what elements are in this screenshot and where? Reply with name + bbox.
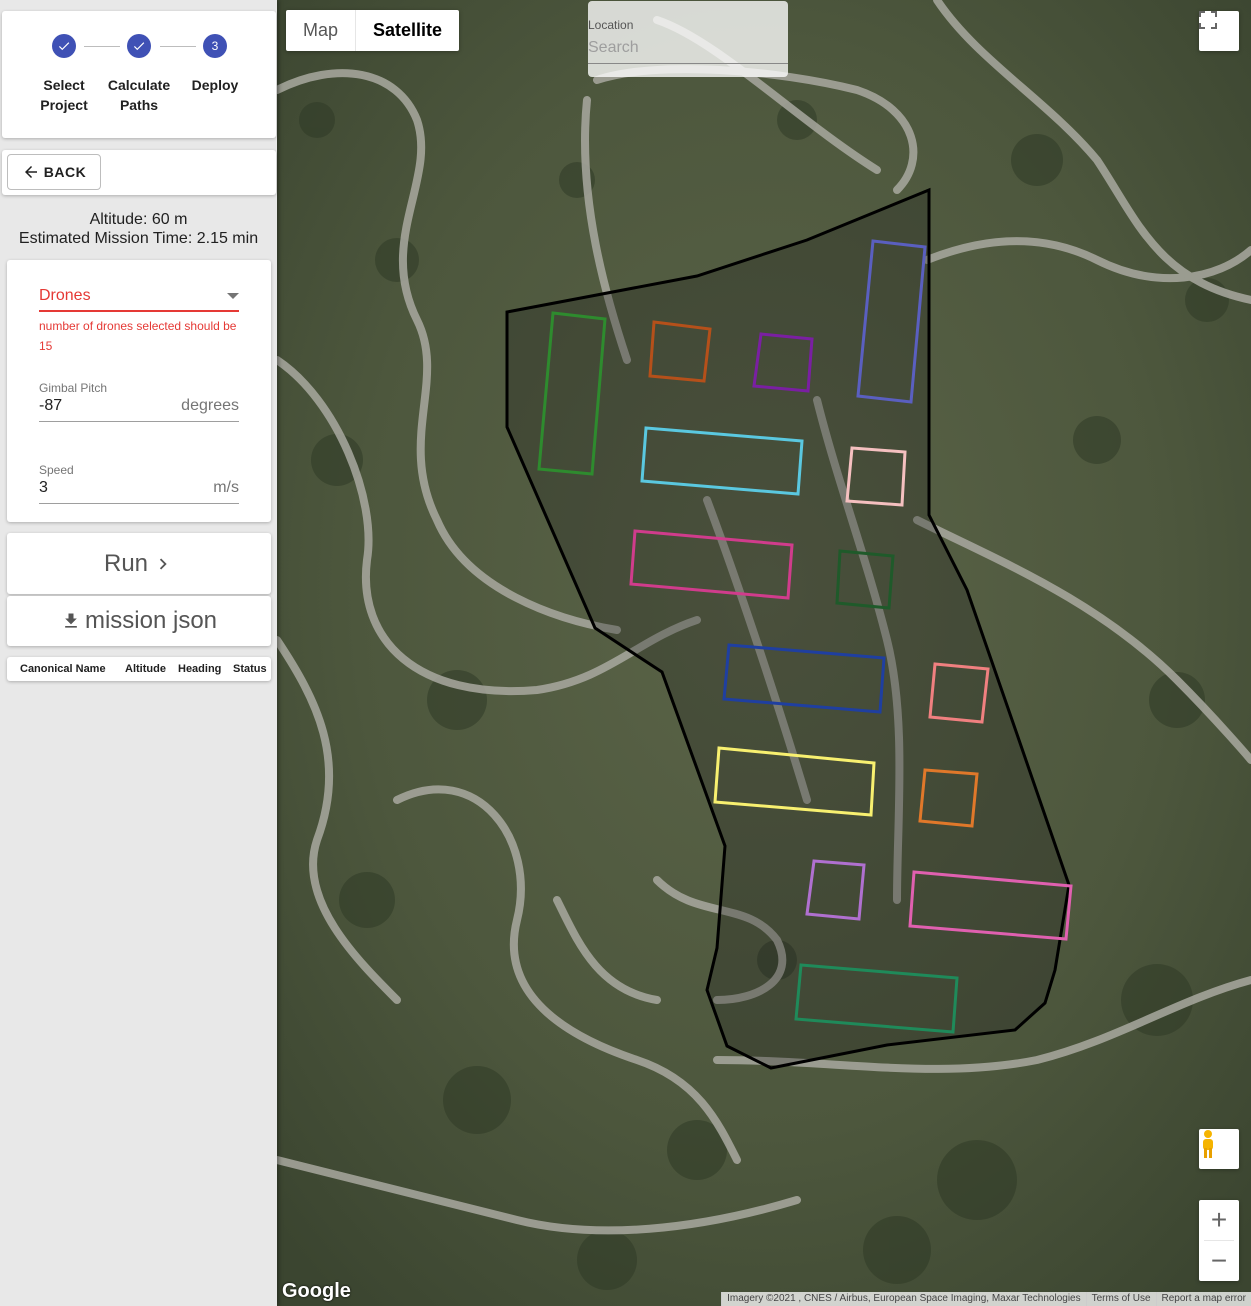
pegman-icon (1203, 1130, 1213, 1158)
stepper: 3 Select Project Calculate Paths Deploy (2, 11, 276, 138)
step-3-label: Deploy (191, 77, 239, 93)
back-button[interactable]: BACK (7, 154, 101, 190)
chevron-right-icon (159, 558, 167, 569)
google-logo: Google (282, 1280, 351, 1302)
mission-json-label: mission json (84, 607, 218, 634)
mission-time-text: Estimated Mission Time: 2.15 min (18, 230, 259, 247)
altitude-text: Altitude: 60 m (89, 211, 188, 228)
sidebar: 3 Select Project Calculate Paths Deploy BA… (0, 0, 277, 1306)
map-type-map-button[interactable]: Map (286, 10, 355, 51)
speed-unit: m/s (213, 479, 239, 496)
drones-error-text: number of drones selected should be 15 (39, 319, 237, 353)
drone-table-header: Canonical Name Altitude Heading Status (7, 657, 271, 681)
speed-field[interactable]: Speed 3 m/s (39, 463, 239, 504)
column-status: Status (233, 663, 267, 675)
mission-form: Drones number of drones selected should … (7, 260, 271, 522)
zoom-in-button[interactable]: + (1199, 1200, 1239, 1240)
step-connector (160, 46, 196, 47)
drones-select[interactable]: Drones number of drones selected should … (39, 287, 239, 356)
gimbal-pitch-unit: degrees (181, 397, 239, 414)
speed-label: Speed (39, 463, 74, 477)
back-label: BACK (43, 164, 87, 180)
fullscreen-icon (1199, 11, 1217, 29)
map-view[interactable]: Map Satellite Location Search + − Google… (277, 0, 1251, 1306)
gimbal-pitch-value[interactable]: -87 (39, 397, 62, 415)
fullscreen-button[interactable] (1199, 11, 1239, 51)
zoom-out-button[interactable]: − (1199, 1241, 1239, 1281)
mission-json-button[interactable]: mission json (7, 596, 271, 646)
map-type-satellite-button[interactable]: Satellite (356, 10, 459, 51)
location-search-input[interactable]: Search (588, 39, 788, 64)
step-1-check-icon (52, 34, 76, 58)
arrow-left-icon (24, 166, 37, 178)
location-search[interactable]: Location Search (588, 1, 788, 77)
street-view-pegman[interactable] (1199, 1129, 1239, 1169)
step-3-number: 3 (203, 34, 227, 58)
map-attribution: Imagery ©2021 , CNES / Airbus, European … (721, 1292, 1251, 1306)
speed-value[interactable]: 3 (39, 479, 48, 497)
download-icon (65, 613, 77, 628)
column-altitude: Altitude (125, 663, 166, 675)
dropdown-arrow-icon (227, 293, 239, 299)
column-heading: Heading (178, 663, 222, 675)
report-error-link[interactable]: Report a map error (1155, 1292, 1251, 1306)
terms-link[interactable]: Terms of Use (1085, 1292, 1156, 1306)
gimbal-pitch-label: Gimbal Pitch (39, 381, 108, 395)
back-card: BACK (2, 150, 276, 195)
imagery-attribution: Imagery ©2021 , CNES / Airbus, European … (721, 1292, 1086, 1306)
mission-info: Altitude: 60 m Estimated Mission Time: 2… (0, 210, 277, 248)
gimbal-pitch-field[interactable]: Gimbal Pitch -87 degrees (39, 381, 239, 422)
step-connector (84, 46, 120, 47)
step-2-check-icon (127, 34, 151, 58)
map-type-control: Map Satellite (286, 10, 460, 51)
run-button[interactable]: Run (7, 533, 271, 594)
satellite-imagery (277, 0, 1251, 1306)
run-label: Run (103, 549, 149, 577)
location-label: Location (588, 18, 634, 32)
zoom-control: + − (1199, 1200, 1239, 1281)
column-canonical-name: Canonical Name (20, 663, 106, 675)
drones-label: Drones (39, 287, 91, 304)
